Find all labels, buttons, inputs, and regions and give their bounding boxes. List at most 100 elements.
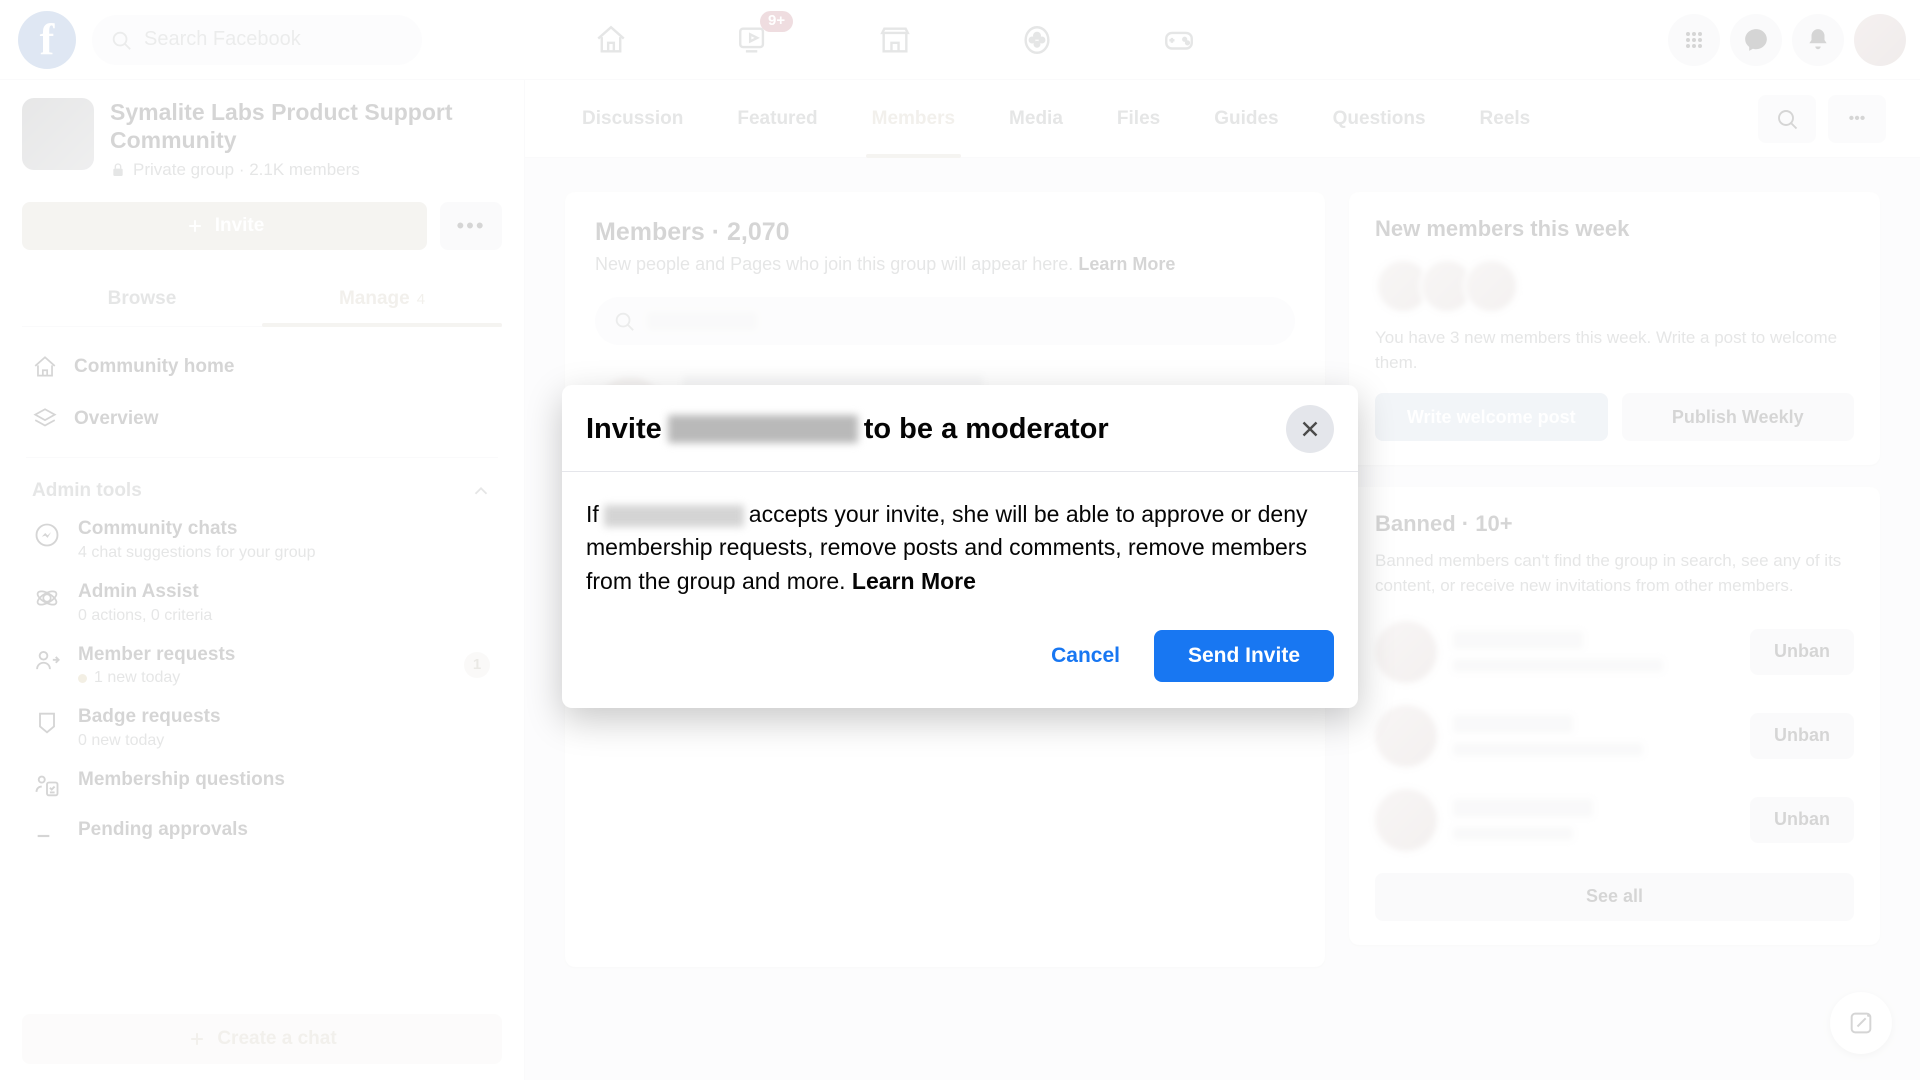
close-icon[interactable] bbox=[1286, 405, 1334, 453]
admin-assist-label: Admin Assist bbox=[78, 580, 199, 602]
group-tabs: Discussion Featured Members Media Files … bbox=[525, 80, 1920, 158]
sidebar-item-membership-questions[interactable]: Membership questions bbox=[22, 759, 502, 809]
dialog-body: If accepts your invite, she will be able … bbox=[562, 472, 1358, 608]
admin-tools-header[interactable]: Admin tools bbox=[22, 470, 502, 508]
group-search-button[interactable] bbox=[1758, 94, 1816, 143]
member-requests-sub: 1 new today bbox=[78, 669, 235, 687]
new-members-card: New members this week You have 3 new mem… bbox=[1349, 192, 1880, 466]
sidebar-divider bbox=[26, 457, 498, 459]
tab-guides[interactable]: Guides bbox=[1192, 80, 1300, 158]
member-requests-count: 1 bbox=[464, 651, 490, 678]
bell-icon[interactable] bbox=[1792, 14, 1844, 66]
see-all-button[interactable]: See all bbox=[1375, 872, 1854, 921]
gaming-icon bbox=[1162, 23, 1196, 57]
dialog-title-suffix: to be a moderator bbox=[863, 412, 1109, 445]
sidebar-item-community-home-label: Community home bbox=[74, 356, 235, 378]
admin-tools-list: Community chats 4 chat suggestions for y… bbox=[22, 508, 502, 859]
dialog-footer: Cancel Send Invite bbox=[562, 608, 1358, 708]
groups-icon bbox=[1020, 23, 1054, 57]
member-search-input[interactable] bbox=[595, 297, 1295, 345]
banned-text: Banned members can't find the group in s… bbox=[1375, 551, 1842, 595]
nav-groups[interactable] bbox=[966, 5, 1108, 75]
tab-members[interactable]: Members bbox=[850, 80, 977, 158]
banned-card: Banned · 10+ Banned members can't find t… bbox=[1349, 487, 1880, 945]
sidebar-tab-manage-label: Manage bbox=[338, 288, 410, 310]
banned-heading: Banned · 10+ bbox=[1375, 511, 1513, 537]
group-more-actions-button[interactable]: ••• bbox=[1828, 94, 1886, 143]
messenger-circle-icon bbox=[32, 517, 62, 549]
write-welcome-post-label: Write welcome post bbox=[1406, 406, 1576, 427]
facebook-logo-icon[interactable]: f bbox=[18, 10, 76, 69]
tab-media[interactable]: Media bbox=[987, 80, 1085, 158]
publish-weekly-button[interactable]: Publish Weekly bbox=[1621, 393, 1854, 442]
members-subtitle: New people and Pages who join this group… bbox=[595, 254, 1295, 275]
pending-approvals-label: Pending approvals bbox=[78, 819, 248, 841]
group-thumbnail bbox=[22, 98, 94, 170]
group-header: Symalite Labs Product Support Community … bbox=[22, 98, 502, 180]
lock-icon bbox=[110, 162, 126, 178]
membership-questions-label: Membership questions bbox=[78, 769, 285, 791]
dialog-title-prefix: Invite bbox=[586, 412, 662, 445]
group-tab-actions: ••• bbox=[1758, 94, 1886, 143]
nav-marketplace[interactable] bbox=[824, 5, 966, 75]
member-search-placeholder bbox=[647, 312, 757, 330]
nav-home[interactable] bbox=[540, 5, 682, 75]
banned-member-info bbox=[1453, 715, 1734, 757]
sidebar-item-community-home[interactable]: Community home bbox=[22, 341, 502, 393]
search-input[interactable]: Search Facebook bbox=[92, 14, 422, 65]
tab-discussion-label: Discussion bbox=[582, 107, 684, 129]
create-chat-button[interactable]: Create a chat bbox=[22, 1014, 502, 1064]
badge-requests-sub: 0 new today bbox=[78, 732, 221, 750]
dialog-learn-more-link[interactable]: Learn More bbox=[852, 568, 976, 594]
list-item[interactable]: Unban bbox=[1375, 788, 1854, 851]
top-right-actions bbox=[1668, 0, 1906, 80]
sidebar-item-admin-assist[interactable]: Admin Assist 0 actions, 0 criteria bbox=[22, 571, 502, 634]
avatar[interactable] bbox=[1854, 14, 1906, 66]
unban-button[interactable]: Unban bbox=[1750, 796, 1854, 843]
sidebar-tab-browse[interactable]: Browse bbox=[22, 276, 262, 326]
nav-gaming[interactable] bbox=[1108, 5, 1250, 75]
tab-featured[interactable]: Featured bbox=[715, 80, 839, 158]
sidebar-tab-browse-label: Browse bbox=[107, 288, 177, 310]
members-learn-more-link[interactable]: Learn More bbox=[1078, 254, 1175, 274]
marketplace-icon bbox=[878, 23, 912, 57]
nav-video[interactable]: 9+ bbox=[682, 5, 824, 75]
tab-questions[interactable]: Questions bbox=[1311, 80, 1448, 158]
invite-button[interactable]: Invite bbox=[22, 202, 427, 251]
tab-files[interactable]: Files bbox=[1095, 80, 1182, 158]
pending-icon bbox=[32, 818, 62, 850]
sidebar-tabs: Browse Manage 4 bbox=[22, 276, 502, 328]
sidebar-tab-manage[interactable]: Manage 4 bbox=[262, 276, 502, 328]
avatar bbox=[1375, 788, 1437, 851]
unban-label: Unban bbox=[1774, 725, 1830, 746]
sidebar-item-overview[interactable]: Overview bbox=[22, 393, 502, 445]
admin-assist-sub: 0 actions, 0 criteria bbox=[78, 607, 212, 625]
right-panel: New members this week You have 3 new mem… bbox=[1349, 192, 1880, 967]
new-members-heading: New members this week bbox=[1375, 216, 1630, 241]
sidebar-item-badge-requests[interactable]: Badge requests 0 new today bbox=[22, 696, 502, 759]
tab-reels-label: Reels bbox=[1479, 107, 1531, 129]
sidebar-item-community-chats[interactable]: Community chats 4 chat suggestions for y… bbox=[22, 508, 502, 571]
compose-icon[interactable] bbox=[1830, 992, 1892, 1054]
tab-files-label: Files bbox=[1116, 107, 1161, 129]
cancel-button[interactable]: Cancel bbox=[1033, 632, 1138, 680]
grid-menu-icon[interactable] bbox=[1668, 14, 1720, 66]
messenger-icon[interactable] bbox=[1730, 14, 1782, 66]
group-more-button[interactable]: ••• bbox=[440, 202, 502, 251]
unban-button[interactable]: Unban bbox=[1750, 712, 1854, 759]
list-item[interactable]: Unban bbox=[1375, 704, 1854, 767]
sidebar-item-member-requests[interactable]: Member requests 1 new today 1 bbox=[22, 634, 502, 697]
write-welcome-post-button[interactable]: Write welcome post bbox=[1375, 393, 1608, 442]
banned-member-info bbox=[1453, 631, 1734, 673]
tab-discussion[interactable]: Discussion bbox=[560, 80, 705, 158]
send-invite-button[interactable]: Send Invite bbox=[1153, 630, 1334, 683]
send-invite-button-label: Send Invite bbox=[1187, 644, 1300, 668]
unban-button[interactable]: Unban bbox=[1750, 628, 1854, 675]
layers-icon bbox=[32, 406, 58, 432]
tab-reels[interactable]: Reels bbox=[1458, 80, 1553, 158]
sidebar-item-pending-approvals[interactable]: Pending approvals bbox=[22, 809, 502, 859]
tab-featured-label: Featured bbox=[737, 107, 818, 129]
sidebar-item-overview-label: Overview bbox=[74, 408, 159, 430]
list-item[interactable]: Unban bbox=[1375, 620, 1854, 683]
search-placeholder: Search Facebook bbox=[144, 28, 301, 50]
